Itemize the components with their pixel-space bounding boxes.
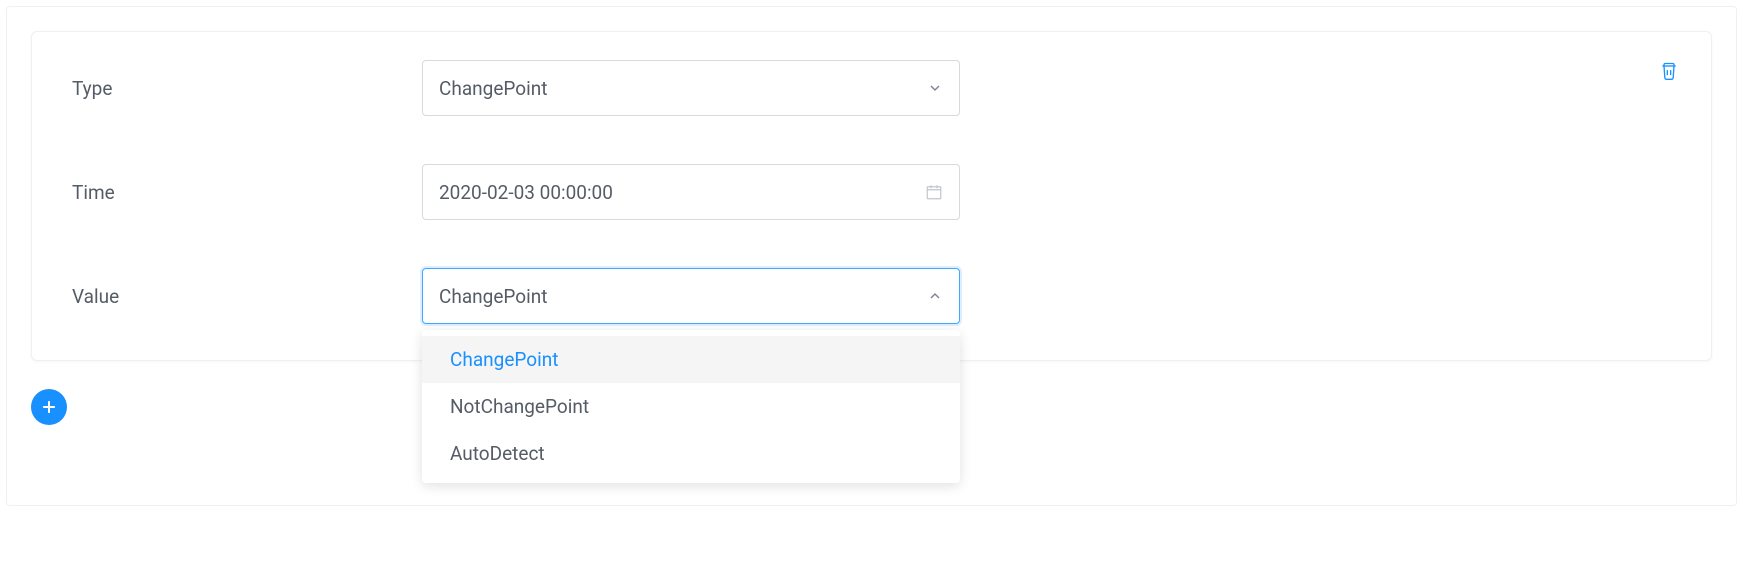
value-input-wrap: ChangePoint ChangePointNotChangePointAut… bbox=[422, 268, 960, 324]
delete-button[interactable] bbox=[1655, 56, 1683, 86]
label-type: Type bbox=[72, 77, 422, 100]
value-option[interactable]: NotChangePoint bbox=[422, 383, 960, 430]
label-value: Value bbox=[72, 285, 422, 308]
row-type: Type ChangePoint bbox=[72, 60, 1671, 116]
trash-icon bbox=[1659, 60, 1679, 82]
value-option[interactable]: AutoDetect bbox=[422, 430, 960, 477]
value-select-value: ChangePoint bbox=[439, 285, 547, 308]
add-button[interactable] bbox=[31, 389, 67, 425]
panel-outer: Type ChangePoint Time 2020-02-03 00:00:0… bbox=[6, 6, 1737, 506]
plus-icon bbox=[39, 397, 59, 417]
time-picker[interactable]: 2020-02-03 00:00:00 bbox=[422, 164, 960, 220]
chevron-down-icon bbox=[927, 80, 943, 96]
time-input-wrap: 2020-02-03 00:00:00 bbox=[422, 164, 960, 220]
time-picker-value: 2020-02-03 00:00:00 bbox=[439, 181, 613, 204]
value-dropdown: ChangePointNotChangePointAutoDetect bbox=[422, 330, 960, 483]
chevron-up-icon bbox=[927, 288, 943, 304]
type-input-wrap: ChangePoint bbox=[422, 60, 960, 116]
row-value: Value ChangePoint ChangePointNotChangePo… bbox=[72, 268, 1671, 324]
row-time: Time 2020-02-03 00:00:00 bbox=[72, 164, 1671, 220]
value-option[interactable]: ChangePoint bbox=[422, 336, 960, 383]
type-select-value: ChangePoint bbox=[439, 77, 547, 100]
label-time: Time bbox=[72, 181, 422, 204]
form-card: Type ChangePoint Time 2020-02-03 00:00:0… bbox=[31, 31, 1712, 361]
calendar-icon bbox=[925, 183, 943, 201]
type-select[interactable]: ChangePoint bbox=[422, 60, 960, 116]
value-select[interactable]: ChangePoint bbox=[422, 268, 960, 324]
